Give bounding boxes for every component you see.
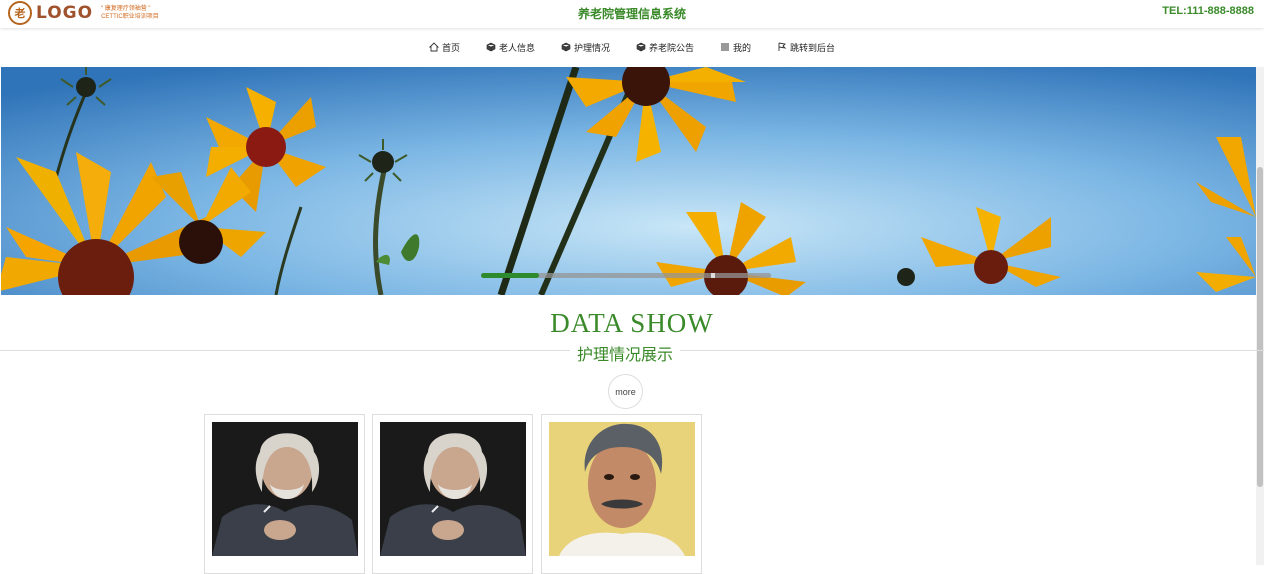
nursing-card[interactable] xyxy=(541,414,702,574)
carousel-progress-active xyxy=(481,273,539,278)
menu-icon xyxy=(721,43,730,51)
nursing-card[interactable] xyxy=(372,414,533,574)
card-image xyxy=(380,422,526,556)
nav-item-notice[interactable]: 养老院公告 xyxy=(636,38,694,56)
top-header: 老 LOGO “ 康复理疗领袖营 ” CETTIC职业培训项目 养老院管理信息系… xyxy=(0,0,1264,28)
cube-icon xyxy=(561,42,571,52)
cube-icon xyxy=(636,42,646,52)
flower-image xyxy=(1,67,1256,295)
nav-item-label: 跳转到后台 xyxy=(790,42,836,53)
hero-banner[interactable] xyxy=(1,67,1256,295)
nav-item-elder-info[interactable]: 老人信息 xyxy=(486,38,535,56)
section-subtitle: 护理情况展示 xyxy=(570,341,680,365)
portrait-image xyxy=(212,422,358,556)
site-title: 养老院管理信息系统 xyxy=(577,7,686,21)
nav-item-admin[interactable]: 跳转到后台 xyxy=(777,38,835,56)
nav-item-label: 养老院公告 xyxy=(649,42,695,53)
home-icon xyxy=(428,42,439,52)
flag-icon xyxy=(778,42,787,51)
nav-item-label: 老人信息 xyxy=(498,42,535,53)
data-show-header: DATA SHOW xyxy=(0,308,1264,339)
portrait-image xyxy=(549,422,695,556)
carousel-progress[interactable] xyxy=(481,273,771,278)
nav-item-mine[interactable]: 我的 xyxy=(720,38,751,56)
nav-item-label: 首页 xyxy=(441,42,460,53)
card-image xyxy=(212,422,358,556)
telephone-number: TEL:111-888-8888 xyxy=(1162,5,1254,17)
nav-item-nursing[interactable]: 护理情况 xyxy=(561,38,610,56)
nursing-card[interactable] xyxy=(204,414,365,574)
nav-item-label: 护理情况 xyxy=(573,42,610,53)
nav-item-label: 我的 xyxy=(733,42,752,53)
portrait-image xyxy=(380,422,526,556)
nav-item-home[interactable]: 首页 xyxy=(428,38,460,56)
section-title: DATA SHOW xyxy=(550,308,714,338)
cube-icon xyxy=(486,42,496,52)
card-image xyxy=(549,422,695,556)
carousel-progress-marker xyxy=(711,273,715,278)
main-nav: 首页 老人信息 护理情况 养老院公告 我的 跳转到后台 xyxy=(0,38,1264,56)
more-button[interactable]: more xyxy=(608,374,643,409)
